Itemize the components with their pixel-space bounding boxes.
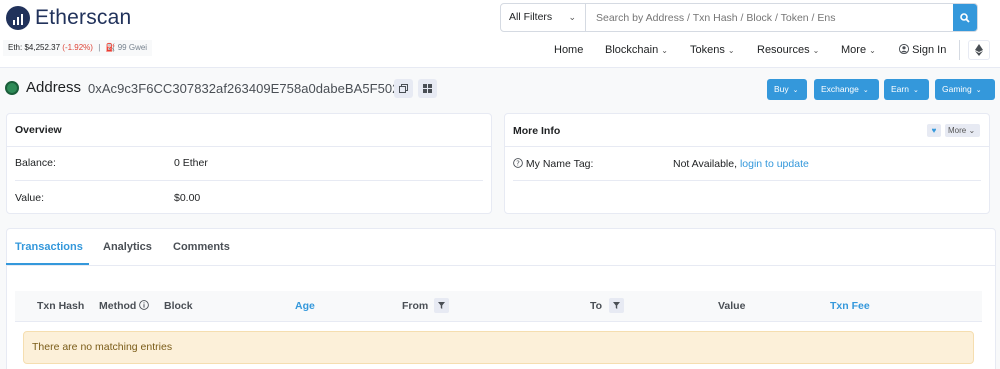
address-avatar-icon <box>5 81 19 95</box>
network-switch-button[interactable] <box>968 40 990 60</box>
info-icon[interactable] <box>139 300 150 310</box>
chevron-down-icon: ⌄ <box>661 46 668 55</box>
name-tag-label-row: ? My Name Tag: <box>513 158 593 170</box>
search-input[interactable] <box>586 4 953 31</box>
page-title: Address <box>26 79 82 96</box>
nav-tokens[interactable]: Tokens ⌄ <box>690 38 735 62</box>
name-tag-label: My Name Tag: <box>525 158 594 170</box>
buy-button[interactable]: Buy ⌄ <box>767 79 807 100</box>
nav-blockchain[interactable]: Blockchain ⌄ <box>605 38 668 62</box>
nav-more[interactable]: More ⌄ <box>841 38 876 62</box>
nav-tokens-label: Tokens <box>690 44 725 56</box>
overview-card <box>6 113 492 214</box>
col-value: Value <box>718 300 746 312</box>
search-filter-select[interactable]: All Filters ⌄ <box>501 4 586 31</box>
chevron-down-icon: ⌄ <box>812 46 820 55</box>
col-block: Block <box>164 300 193 312</box>
gas-value: 99 Gwei <box>117 43 148 52</box>
heart-icon: ♥ <box>931 126 937 135</box>
watchlist-button[interactable]: ♥ <box>927 124 941 137</box>
chevron-down-icon: ⌄ <box>862 87 869 94</box>
divider <box>513 180 981 181</box>
more-info-title: More Info <box>513 125 561 137</box>
nav-more-label: More <box>841 44 867 56</box>
chevron-down-icon: ⌄ <box>912 87 919 94</box>
logo-text: Etherscan <box>35 6 132 29</box>
overview-title: Overview <box>15 124 62 136</box>
earn-label: Earn <box>891 84 909 94</box>
divider <box>6 265 996 266</box>
col-method-label: Method <box>99 300 137 312</box>
divider <box>6 146 492 147</box>
col-to: To <box>590 300 603 312</box>
to-filter-button[interactable] <box>609 298 624 313</box>
chevron-down-icon: ⌄ <box>568 12 576 22</box>
sign-in-label: Sign In <box>912 44 947 56</box>
divider <box>15 180 483 181</box>
copy-address-button[interactable] <box>394 79 413 98</box>
gaming-button[interactable]: Gaming ⌄ <box>935 79 995 100</box>
eth-price-change: (-1.92%) <box>62 43 93 52</box>
eth-price[interactable]: Eth: $4,252.37 <box>8 43 60 52</box>
exchange-button[interactable]: Exchange ⌄ <box>814 79 879 100</box>
col-method: Method <box>99 300 150 312</box>
balance-label: Balance: <box>15 157 56 169</box>
price-separator: | <box>98 43 101 52</box>
eth-price-bar: Eth: $4,252.37 (-1.92%) | ⛽ 99 Gwei <box>3 40 153 56</box>
qr-code-button[interactable] <box>418 79 437 98</box>
nav-home[interactable]: Home <box>554 38 583 62</box>
search-button[interactable] <box>953 4 977 31</box>
chevron-down-icon: ⌄ <box>727 46 735 55</box>
balance-value: 0 Ether <box>174 157 208 169</box>
value-label: Value: <box>15 192 44 204</box>
gas-price[interactable]: ⛽ 99 Gwei <box>106 43 148 52</box>
gaming-label: Gaming <box>942 84 972 94</box>
value-value: $0.00 <box>174 192 201 204</box>
divider <box>504 146 990 147</box>
chevron-down-icon: ⌄ <box>792 87 799 94</box>
more-options-button[interactable]: More ⌄ <box>945 124 980 137</box>
earn-button[interactable]: Earn ⌄ <box>884 79 929 100</box>
col-txn-fee[interactable]: Txn Fee <box>830 300 870 312</box>
filter-icon <box>438 302 445 309</box>
qr-code-icon <box>423 84 432 93</box>
help-icon: ? <box>513 158 523 168</box>
etherscan-logo[interactable]: Etherscan <box>6 5 131 31</box>
ethereum-icon <box>975 44 983 56</box>
tab-transactions[interactable]: Transactions <box>15 241 83 253</box>
sign-in-link[interactable]: Sign In <box>898 38 947 62</box>
copy-icon <box>399 84 408 93</box>
empty-table-message: There are no matching entries <box>23 331 974 364</box>
more-options-label: More <box>948 126 967 135</box>
tab-comments[interactable]: Comments <box>173 241 230 253</box>
nav-resources[interactable]: Resources ⌄ <box>757 38 819 62</box>
name-tag-value: Not Available, <box>673 158 738 170</box>
search-bar: All Filters ⌄ <box>500 3 978 32</box>
name-tag-value-row: Not Available, login to update <box>673 158 809 170</box>
filter-icon <box>613 302 620 309</box>
search-icon <box>960 12 970 23</box>
svg-text:?: ? <box>516 160 520 168</box>
user-icon <box>898 43 910 55</box>
login-to-update-link[interactable]: login to update <box>740 158 809 170</box>
chevron-down-icon: ⌄ <box>968 126 976 135</box>
col-txn-hash: Txn Hash <box>37 300 85 312</box>
nav-divider <box>959 40 960 60</box>
logo-icon <box>6 6 30 30</box>
nav-blockchain-label: Blockchain <box>605 44 659 56</box>
buy-label: Buy <box>774 84 789 94</box>
col-age[interactable]: Age <box>295 300 315 312</box>
tab-analytics[interactable]: Analytics <box>103 241 152 253</box>
gas-pump-icon: ⛽ <box>105 43 116 52</box>
from-filter-button[interactable] <box>434 298 449 313</box>
chevron-down-icon: ⌄ <box>869 46 876 55</box>
address-hash: 0xAc9c3F6CC307832af263409E758a0dabeBA5F5… <box>88 81 400 96</box>
col-from: From <box>402 300 429 312</box>
chevron-down-icon: ⌄ <box>975 87 982 94</box>
exchange-label: Exchange <box>821 84 859 94</box>
filter-label: All Filters <box>509 11 553 23</box>
nav-resources-label: Resources <box>757 44 810 56</box>
